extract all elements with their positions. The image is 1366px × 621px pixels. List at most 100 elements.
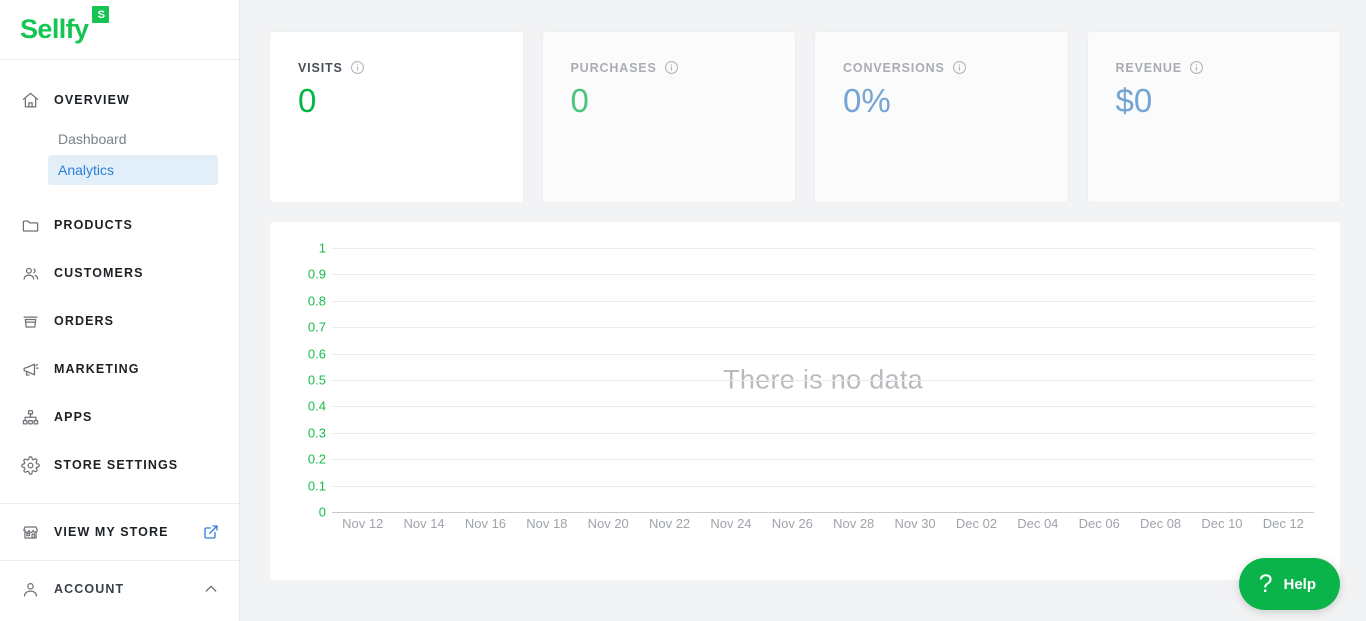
stat-card-value-purchases: 0 — [570, 82, 589, 119]
question-mark-icon: ? — [1258, 569, 1273, 598]
stat-card-value-visits: 0 — [298, 82, 317, 119]
gear-icon — [20, 455, 40, 475]
chart-gridline — [332, 327, 1314, 329]
logo-badge-icon: S — [92, 6, 110, 23]
sidebar-item-apps[interactable]: APPS — [0, 393, 239, 441]
sidebar-item-label-customers: CUSTOMERS — [54, 266, 144, 280]
chart-y-tick-label: 0 — [318, 504, 326, 520]
chart-x-tick-label: Nov 30 — [894, 516, 936, 531]
logo[interactable]: Sellfy S — [0, 0, 239, 60]
sidebar-item-overview[interactable]: OVERVIEW — [0, 76, 239, 124]
info-icon[interactable] — [1189, 60, 1204, 75]
sidebar-item-account[interactable]: ACCOUNT — [0, 561, 239, 617]
chevron-up-icon[interactable] — [203, 581, 219, 597]
info-icon[interactable] — [350, 60, 365, 75]
chart-gridline — [332, 300, 1314, 302]
external-link-icon[interactable] — [203, 524, 219, 540]
chart-x-tick-label: Dec 12 — [1262, 516, 1304, 531]
chart-x-tick-label: Nov 28 — [833, 516, 875, 531]
chart-x-tick-label: Nov 26 — [771, 516, 813, 531]
sidebar-item-label-orders: ORDERS — [54, 314, 115, 328]
sidebar-subnav-overview: Dashboard Analytics — [0, 124, 239, 185]
chart-x-tick-label: Nov 18 — [526, 516, 568, 531]
sidebar-item-customers[interactable]: CUSTOMERS — [0, 249, 239, 297]
chart-gridline — [332, 274, 1314, 276]
sidebar-item-label-overview: OVERVIEW — [54, 93, 130, 107]
sidebar-item-products[interactable]: PRODUCTS — [0, 201, 239, 249]
info-icon[interactable] — [952, 60, 967, 75]
stat-card-revenue[interactable]: REVENUE $0 — [1087, 32, 1340, 202]
chart-y-tick-label: 0.8 — [307, 293, 326, 309]
chart-gridline — [332, 248, 1314, 249]
sidebar-item-label-products: PRODUCTS — [54, 218, 133, 232]
sidebar-item-label-view-my-store: VIEW MY STORE — [54, 525, 169, 539]
stat-card-title-visits: VISITS — [298, 60, 343, 75]
folder-icon — [20, 215, 40, 235]
chart-gridline — [332, 380, 1314, 381]
chart-x-tick-label: Nov 20 — [587, 516, 629, 531]
chart-gridline — [332, 512, 1314, 513]
stat-card-conversions[interactable]: CONVERSIONS 0% — [815, 32, 1068, 202]
sidebar-item-view-my-store[interactable]: VIEW MY STORE — [0, 504, 239, 560]
sidebar-item-label-dashboard: Dashboard — [58, 131, 127, 147]
logo-text: Sellfy — [20, 14, 89, 44]
sidebar-item-marketing[interactable]: MARKETING — [0, 345, 239, 393]
chart-y-tick-label: 0.1 — [307, 478, 326, 494]
chart-gridline — [332, 353, 1314, 355]
stat-card-title-conversions: CONVERSIONS — [843, 60, 945, 75]
chart-x-tick-label: Dec 08 — [1139, 516, 1182, 531]
info-icon[interactable] — [664, 60, 679, 75]
sidebar-item-label-apps: APPS — [54, 410, 93, 424]
chart-gridline — [332, 406, 1314, 408]
chart-x-tick-label: Nov 12 — [342, 516, 384, 531]
main-content: VISITS 0 PURCHASES 0 CONVERSIONS 0% REVE… — [240, 0, 1366, 621]
chart-gridline — [332, 459, 1314, 461]
chart-y-tick-label: 0.3 — [307, 425, 326, 441]
chart-gridline — [332, 432, 1314, 434]
chart-x-tick-label: Dec 02 — [955, 516, 998, 531]
sidebar-item-label-account: ACCOUNT — [54, 582, 125, 596]
sidebar-item-label-marketing: MARKETING — [54, 362, 140, 376]
sitemap-icon — [20, 407, 40, 427]
stat-card-title-revenue: REVENUE — [1115, 60, 1182, 75]
sidebar-nav: OVERVIEW Dashboard Analytics PRODUCTS CU… — [0, 60, 239, 617]
chart-plot-area: There is no data — [332, 248, 1314, 513]
help-button[interactable]: ? Help — [1238, 558, 1340, 610]
sidebar-item-store-settings[interactable]: STORE SETTINGS — [0, 441, 239, 489]
chart-y-tick-label: 0.7 — [307, 319, 326, 335]
help-button-label: Help — [1283, 575, 1316, 593]
chart-x-tick-label: Nov 22 — [648, 516, 691, 531]
chart-y-tick-label: 0.4 — [307, 398, 326, 414]
chart-y-tick-label: 0.6 — [307, 346, 326, 362]
stat-card-value-revenue: $0 — [1115, 82, 1153, 119]
stat-card-visits[interactable]: VISITS 0 — [270, 32, 523, 202]
home-icon — [20, 90, 40, 110]
chart-x-tick-label: Dec 06 — [1078, 516, 1120, 531]
chart-x-tick-label: Dec 10 — [1201, 516, 1243, 531]
sidebar-item-label-analytics: Analytics — [58, 162, 115, 178]
stat-card-purchases[interactable]: PURCHASES 0 — [542, 32, 795, 202]
chart-gridline — [332, 485, 1314, 487]
chart-x-tick-label: Nov 16 — [464, 516, 507, 531]
chart-x-tick-label: Nov 14 — [403, 516, 445, 531]
sidebar: Sellfy S OVERVIEW Dashboard Analytics PR… — [0, 0, 240, 621]
chart-x-tick-label: Dec 04 — [1017, 516, 1059, 531]
chart-x-axis: Nov 12 Nov 14 Nov 16 Nov 18 Nov 20 Nov 22 Nov … — [332, 516, 1314, 536]
sidebar-item-analytics[interactable]: Analytics — [48, 155, 218, 185]
sidebar-item-orders[interactable]: ORDERS — [0, 297, 239, 345]
chart-y-tick-label: 0.9 — [307, 266, 326, 282]
chart-x-tick-label: Nov 24 — [710, 516, 752, 531]
basket-icon — [20, 311, 40, 331]
app-root: Sellfy S OVERVIEW Dashboard Analytics PR… — [0, 0, 1366, 621]
stat-card-title-purchases: PURCHASES — [570, 60, 657, 75]
sidebar-item-dashboard[interactable]: Dashboard — [48, 124, 218, 154]
chart-y-tick-label: 0.2 — [307, 451, 326, 467]
chart-y-tick-label: 1 — [318, 240, 326, 256]
sidebar-item-label-store-settings: STORE SETTINGS — [54, 458, 179, 472]
stat-card-value-conversions: 0% — [843, 82, 891, 119]
chart-y-tick-label: 0.5 — [307, 372, 326, 388]
analytics-chart: 0 0.1 0.2 0.3 0.4 0.5 0.6 0.7 0.8 0.9 1 There is n… — [270, 222, 1340, 580]
user-icon — [20, 579, 40, 599]
store-icon — [20, 522, 40, 542]
users-icon — [20, 263, 40, 283]
